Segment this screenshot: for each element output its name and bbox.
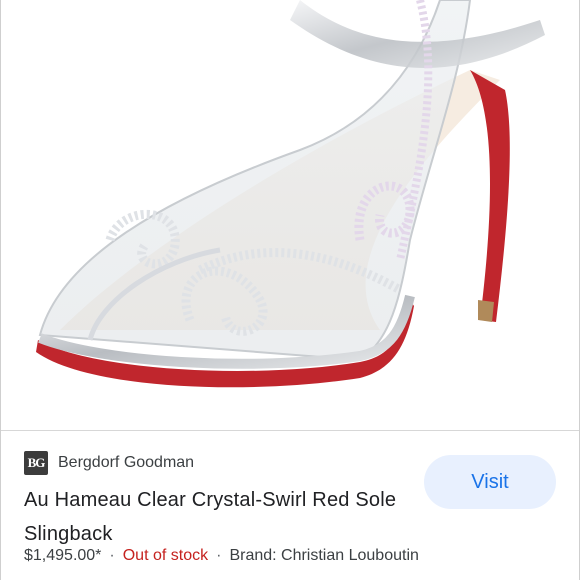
store-favicon-icon: BG bbox=[24, 451, 48, 475]
brand: Brand: Christian Louboutin bbox=[229, 547, 419, 564]
product-title[interactable]: Au Hameau Clear Crystal-Swirl Red Sole S… bbox=[24, 483, 404, 551]
store-name: Bergdorf Goodman bbox=[58, 454, 195, 471]
stock-status: Out of stock bbox=[122, 547, 209, 564]
product-info-panel: BG Bergdorf Goodman Au Hameau Clear Crys… bbox=[0, 431, 580, 580]
product-meta: $1,495.00* · Out of stock · Brand: Christian… bbox=[24, 547, 419, 565]
separator: · bbox=[109, 547, 115, 564]
product-image[interactable] bbox=[0, 0, 580, 430]
visit-button[interactable]: Visit bbox=[424, 455, 556, 509]
source-row[interactable]: BG Bergdorf Goodman bbox=[24, 451, 194, 475]
shoe-illustration bbox=[36, 0, 545, 388]
separator: · bbox=[216, 547, 222, 564]
price: $1,495.00* bbox=[24, 547, 102, 564]
